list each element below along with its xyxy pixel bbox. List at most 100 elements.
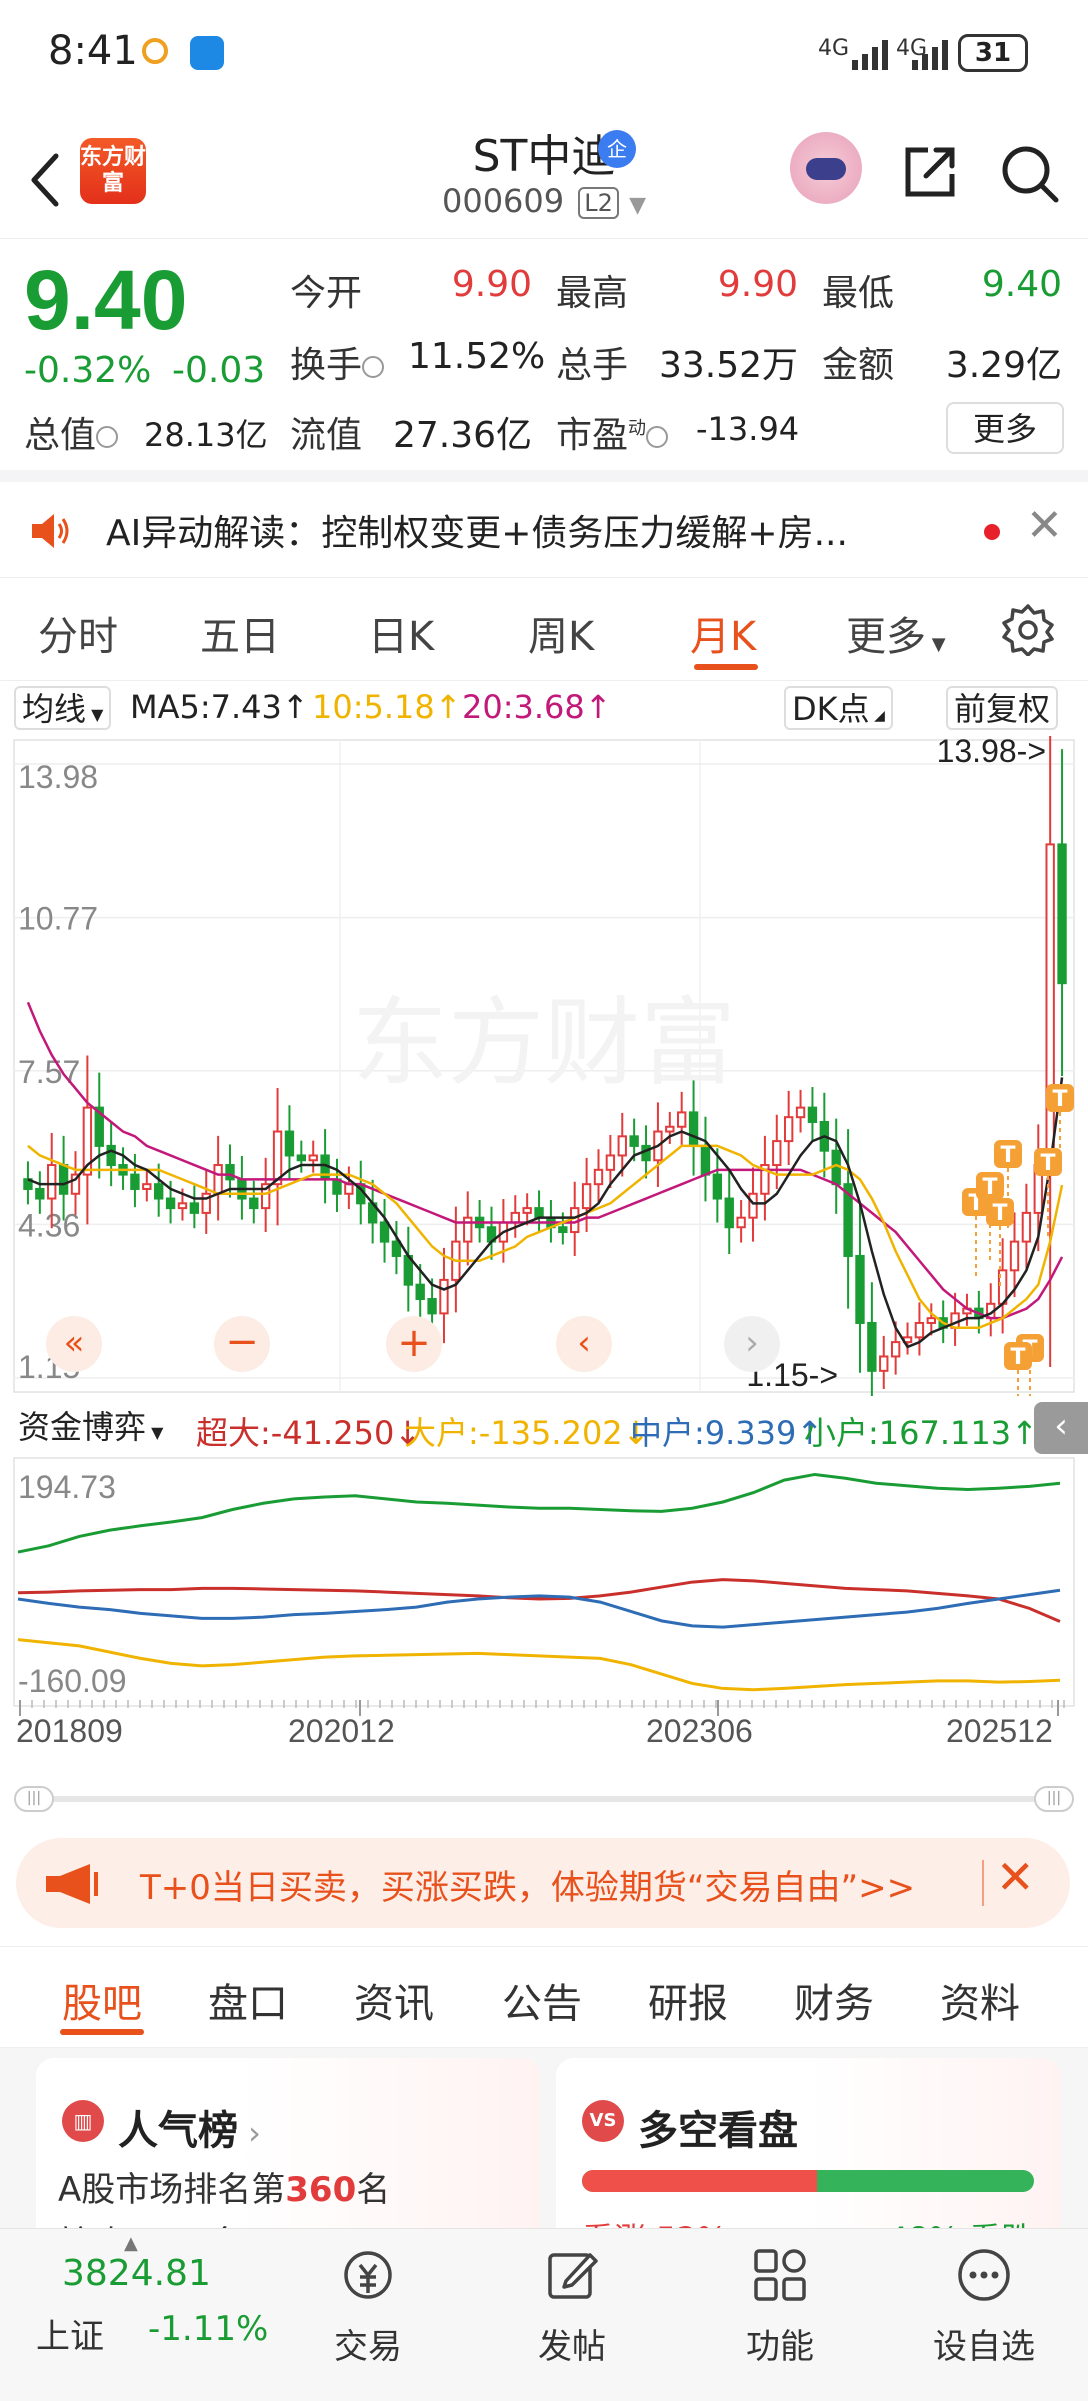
tab-more[interactable]: 更多 ▼ [846, 604, 946, 662]
ai-robot-icon[interactable] [790, 132, 862, 204]
zoom-out-button[interactable]: − [214, 1316, 270, 1372]
index-name[interactable]: 上证 [36, 2309, 104, 2358]
scroll-right-button[interactable]: › [724, 1316, 780, 1372]
turnover-label[interactable]: 换手 [290, 336, 385, 388]
pe-dynamic-mark: 动 [628, 418, 647, 439]
tab-intraday[interactable]: 分时 [38, 604, 118, 662]
float-cap-value: 27.36亿 [392, 415, 532, 456]
trade-marker-label: T [1052, 1087, 1067, 1112]
amount-value: 3.29亿 [945, 345, 1062, 386]
promo-text: T+0当日买卖，买涨买跌，体验期货“交易自由”>> [140, 1868, 916, 1908]
candle-body [570, 1207, 580, 1234]
low-value: 9.40 [981, 264, 1062, 305]
sentiment-card[interactable]: VS 多空看盘 看涨 52% 48% 看跌 [556, 2058, 1060, 2248]
high-label: 最高 [556, 273, 629, 314]
volume-value: 33.52万 [658, 345, 798, 386]
tab-forum[interactable]: 股吧 [62, 1971, 142, 2029]
gear-icon[interactable] [1002, 604, 1054, 656]
close-icon[interactable]: ✕ [1026, 500, 1063, 551]
candle-body [379, 1221, 390, 1243]
trade-icon[interactable] [340, 2247, 396, 2303]
chart-scrollbar[interactable]: ||| ||| [14, 1786, 1074, 1812]
tab-five-day[interactable]: 五日 [200, 604, 280, 662]
pe-label[interactable]: 市盈动 [556, 406, 669, 458]
candle-body [736, 1216, 746, 1229]
fund-series-line [17, 1472, 1061, 1554]
share-icon[interactable] [900, 142, 960, 202]
compose-icon[interactable] [544, 2247, 600, 2303]
trade-marker-label: T [982, 1175, 997, 1200]
candle-body [926, 1317, 936, 1324]
kline-chart-svg[interactable]: 13.9810.777.574.361.15东方财富13.98->1.15->T… [0, 640, 1088, 1432]
kline-chart[interactable]: 13.98 10.77 7.57 4.36 1.15 东方财富 13.98-> 1.15-> T… [0, 640, 1088, 1432]
candle-body [130, 1173, 140, 1190]
low-label: 最低 [822, 273, 895, 314]
fund-flow-chart[interactable]: 194.73 -160.09 201809 202012 202306 202512 [0, 1456, 1088, 1749]
ai-insight-banner[interactable]: AI异动解读：控制权变更+债务压力缓解+房... ✕ [0, 470, 1088, 578]
search-icon[interactable] [998, 142, 1060, 204]
candle-body [783, 1116, 794, 1143]
scroll-left-fast-button[interactable]: « [46, 1316, 102, 1372]
market-cap-label[interactable]: 总值 [24, 406, 119, 458]
more-dots-icon[interactable] [956, 2247, 1012, 2303]
futures-promo-banner[interactable]: T+0当日买卖，买涨买跌，体验期货“交易自由”>> ✕ [16, 1838, 1070, 1928]
zoom-in-button[interactable]: + [386, 1316, 442, 1372]
tab-announcements[interactable]: 公告 [502, 1971, 582, 2029]
candle-body [795, 1106, 806, 1119]
candle-body [308, 1154, 318, 1162]
nav-post-label[interactable]: 发帖 [502, 2319, 642, 2368]
collapse-panel-button[interactable]: ‹ [1034, 1402, 1088, 1454]
signal-2-icon [912, 40, 948, 70]
candle-body [665, 1125, 675, 1133]
tab-orderbook[interactable]: 盘口 [208, 1971, 288, 2029]
tab-news[interactable]: 资讯 [354, 1971, 434, 2029]
scroll-track [14, 1796, 1074, 1802]
candle-body [165, 1197, 176, 1210]
tab-daily-k[interactable]: 日K [368, 604, 434, 662]
nav-trade-label[interactable]: 交易 [298, 2319, 438, 2368]
y-tick-label: 10.77 [18, 901, 98, 937]
tab-weekly-k[interactable]: 周K [528, 604, 594, 662]
trade-marker-label: T [992, 1201, 1007, 1226]
candle-body [177, 1202, 188, 1210]
tab-financials[interactable]: 财务 [794, 1971, 874, 2029]
stock-cards: ▥ 人气榜 › A股市场排名第360名 较昨日↑3名 VS 多空看盘 看涨 52… [0, 2048, 1088, 2248]
close-icon[interactable]: ✕ [996, 1850, 1035, 1904]
scroll-left-button[interactable]: ‹ [556, 1316, 612, 1372]
fund-flow-chart-svg[interactable]: 194.73 -160.09 201809 202012 202306 202512 [0, 1456, 1088, 1786]
candle-body [47, 1164, 57, 1200]
popularity-card[interactable]: ▥ 人气榜 › A股市场排名第360名 较昨日↑3名 [36, 2058, 540, 2248]
nav-functions-label[interactable]: 功能 [710, 2319, 850, 2368]
dk-point-select[interactable]: DK点 ◢ [784, 686, 893, 730]
nav-watchlist-label[interactable]: 设自选 [914, 2319, 1054, 2368]
chevron-right-icon: › [238, 2114, 261, 2152]
candle-body [415, 1283, 425, 1301]
candle-body [1021, 1211, 1032, 1243]
ma20-value: 20:3.68↑ [462, 688, 612, 726]
fund-indicator-select[interactable]: 资金博弈 ▼ [12, 1406, 169, 1450]
tab-monthly-k[interactable]: 月K [690, 604, 756, 662]
tab-profile[interactable]: 资料 [940, 1971, 1020, 2029]
corner-arrow-icon: ◢ [869, 708, 885, 724]
more-button[interactable]: 更多 [946, 402, 1064, 454]
fund-large-value: 大户:-135.202↓ [404, 1414, 650, 1452]
ma-indicator-row: 均线 ▼ MA5:7.43↑ 10:5.18↑ 20:3.68↑ DK点 ◢ 前… [0, 682, 1088, 734]
indicator-select[interactable]: 均线 ▼ [14, 686, 112, 730]
battery-indicator: 31 [958, 34, 1028, 72]
fund-y-min-label: -160.09 [18, 1663, 127, 1699]
candle-body [629, 1135, 639, 1147]
index-change[interactable]: -1.11% [148, 2309, 268, 2349]
notification-icon [142, 38, 168, 64]
index-value[interactable]: 3824.81 [62, 2253, 211, 2294]
tab-research[interactable]: 研报 [648, 1971, 728, 2029]
candle-body [807, 1106, 818, 1123]
candle-body [249, 1197, 259, 1210]
functions-grid-icon[interactable] [752, 2247, 808, 2303]
section-tabs: 股吧 盘口 资讯 公告 研报 财务 资料 [0, 1946, 1088, 2048]
candle-body [296, 1154, 307, 1162]
candle-body [914, 1321, 925, 1339]
adjust-select[interactable]: 前复权 [946, 686, 1059, 730]
scroll-handle-right[interactable]: ||| [1034, 1786, 1074, 1812]
scroll-handle-left[interactable]: ||| [14, 1786, 54, 1812]
candle-body [641, 1144, 651, 1162]
